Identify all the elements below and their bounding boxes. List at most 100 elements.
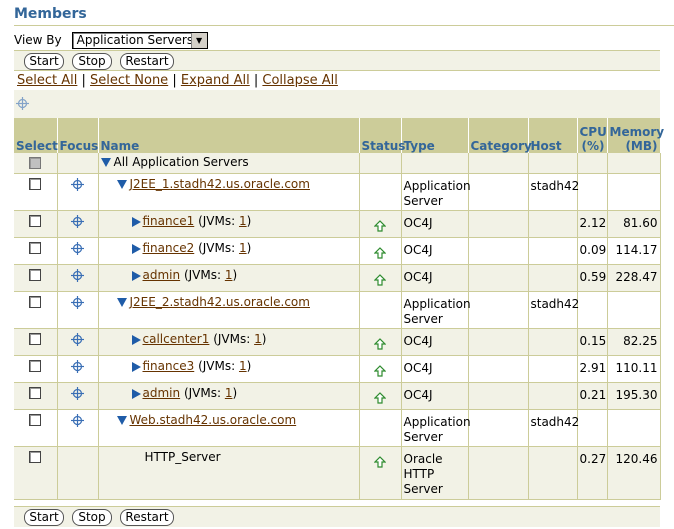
- crosshair-icon[interactable]: [71, 269, 84, 282]
- crosshair-icon[interactable]: [71, 333, 84, 346]
- jvms-label: (JVMs:: [213, 332, 251, 346]
- link-separator: |: [253, 73, 259, 88]
- crosshair-icon[interactable]: [71, 387, 84, 400]
- focus-toolbar: [14, 90, 660, 118]
- type-cell: OC4J: [401, 382, 469, 410]
- row-checkbox[interactable]: [29, 242, 42, 254]
- row-checkbox[interactable]: [29, 215, 42, 227]
- select-all-link[interactable]: Select All: [17, 73, 77, 88]
- triangle-down-icon[interactable]: [116, 298, 127, 307]
- oc4j-link[interactable]: finance1: [143, 214, 195, 228]
- jvms-label: (JVMs:: [198, 241, 236, 255]
- crosshair-icon[interactable]: [71, 414, 84, 427]
- selection-links-bar: Select All | Select None | Expand All | …: [14, 70, 660, 91]
- link-separator: |: [172, 73, 177, 88]
- triangle-right-icon[interactable]: [131, 216, 141, 227]
- table-row: finance3 (JVMs: 1) OC4J 2.91 110.11: [14, 355, 661, 383]
- col-cpu[interactable]: CPU (%): [577, 118, 608, 153]
- jvms-label: (JVMs:: [183, 268, 222, 282]
- memory-cell: 81.60: [607, 210, 661, 238]
- type-cell: OC4J: [401, 355, 469, 383]
- jvms-count-link[interactable]: 1: [225, 268, 233, 282]
- jvms-count-link[interactable]: 1: [254, 332, 262, 346]
- stop-button[interactable]: Stop: [72, 509, 112, 526]
- row-checkbox[interactable]: [29, 451, 42, 463]
- triangle-right-icon[interactable]: [131, 243, 141, 254]
- link-separator: |: [81, 73, 86, 88]
- collapse-all-link[interactable]: Collapse All: [262, 73, 338, 88]
- crosshair-icon[interactable]: [71, 242, 84, 255]
- crosshair-icon[interactable]: [71, 178, 84, 191]
- select-none-link[interactable]: Select None: [90, 73, 168, 88]
- table-row: admin (JVMs: 1) OC4J 0.59 228.47: [14, 264, 661, 292]
- type-text: Application: [403, 415, 471, 429]
- row-checkbox[interactable]: [29, 178, 42, 190]
- stop-button[interactable]: Stop: [72, 53, 112, 70]
- jvms-count-link[interactable]: 1: [239, 359, 247, 373]
- table-row: finance1 (JVMs: 1) OC4J 2.12 81.60: [14, 210, 661, 238]
- row-checkbox[interactable]: [29, 296, 42, 308]
- up-arrow-icon: [374, 456, 386, 468]
- bottom-action-bar: Start Stop Restart: [14, 506, 660, 527]
- col-status[interactable]: Status: [359, 118, 405, 153]
- col-memory[interactable]: Memory (MB): [607, 118, 664, 153]
- jvms-label: (JVMs:: [198, 214, 236, 228]
- memory-cell: 110.11: [607, 355, 661, 383]
- memory-cell: 120.46: [607, 446, 661, 500]
- type-text: Application: [403, 297, 471, 311]
- crosshair-icon[interactable]: [71, 360, 84, 373]
- oc4j-link[interactable]: callcenter1: [143, 332, 210, 346]
- host-cell: stadh42: [528, 291, 579, 329]
- oc4j-link[interactable]: finance3: [143, 359, 195, 373]
- triangle-right-icon[interactable]: [131, 270, 141, 281]
- row-checkbox[interactable]: [29, 387, 42, 399]
- type-cell: OC4J: [401, 210, 469, 238]
- memory-cell: 82.25: [607, 328, 661, 356]
- jvms-label: (JVMs:: [183, 386, 222, 400]
- restart-button[interactable]: Restart: [120, 509, 174, 526]
- oc4j-link[interactable]: admin: [143, 386, 181, 400]
- root-checkbox: [29, 157, 42, 169]
- app-server-link[interactable]: J2EE_1.stadh42.us.oracle.com: [130, 177, 310, 191]
- triangle-down-icon[interactable]: [116, 180, 127, 189]
- app-server-link[interactable]: Web.stadh42.us.oracle.com: [130, 413, 297, 427]
- triangle-right-icon[interactable]: [131, 334, 141, 345]
- row-checkbox[interactable]: [29, 360, 42, 372]
- app-server-link[interactable]: J2EE_2.stadh42.us.oracle.com: [130, 295, 310, 309]
- col-host[interactable]: Host: [528, 118, 578, 153]
- expand-all-link[interactable]: Expand All: [181, 73, 250, 88]
- root-label: All Application Servers: [113, 155, 249, 169]
- oc4j-link[interactable]: admin: [143, 268, 181, 282]
- table-row: J2EE_2.stadh42.us.oracle.com Application…: [14, 291, 661, 329]
- triangle-down-icon[interactable]: [116, 416, 127, 425]
- type-text: Server: [403, 312, 443, 326]
- table-row: finance2 (JVMs: 1) OC4J 0.09 114.17: [14, 237, 661, 265]
- col-category[interactable]: Category: [468, 118, 532, 153]
- triangle-right-icon[interactable]: [131, 361, 141, 372]
- start-button[interactable]: Start: [24, 53, 64, 70]
- view-by-control: View By Application Servers ▼: [14, 30, 208, 50]
- row-checkbox[interactable]: [29, 269, 42, 281]
- crosshair-icon[interactable]: [71, 215, 84, 228]
- row-checkbox[interactable]: [29, 333, 42, 345]
- host-cell: stadh42: [528, 173, 579, 211]
- oc4j-link[interactable]: finance2: [143, 241, 195, 255]
- crosshair-icon[interactable]: [71, 296, 84, 309]
- triangle-right-icon[interactable]: [131, 388, 141, 399]
- jvms-count-link[interactable]: 1: [239, 214, 247, 228]
- jvms-count-link[interactable]: 1: [225, 386, 233, 400]
- col-type[interactable]: Type: [401, 118, 469, 153]
- type-text: Application: [403, 179, 471, 193]
- col-name[interactable]: Name: [98, 118, 360, 153]
- triangle-down-icon[interactable]: [100, 158, 111, 167]
- cpu-cell: 0.09: [577, 237, 608, 265]
- crosshair-icon[interactable]: [16, 97, 29, 110]
- view-by-select[interactable]: Application Servers ▼: [71, 31, 208, 49]
- start-button[interactable]: Start: [24, 509, 64, 526]
- type-cell: OC4J: [401, 237, 469, 265]
- chevron-down-icon[interactable]: ▼: [190, 32, 207, 48]
- jvms-label: (JVMs:: [198, 359, 236, 373]
- restart-button[interactable]: Restart: [120, 53, 174, 70]
- row-checkbox[interactable]: [29, 414, 42, 426]
- jvms-count-link[interactable]: 1: [239, 241, 247, 255]
